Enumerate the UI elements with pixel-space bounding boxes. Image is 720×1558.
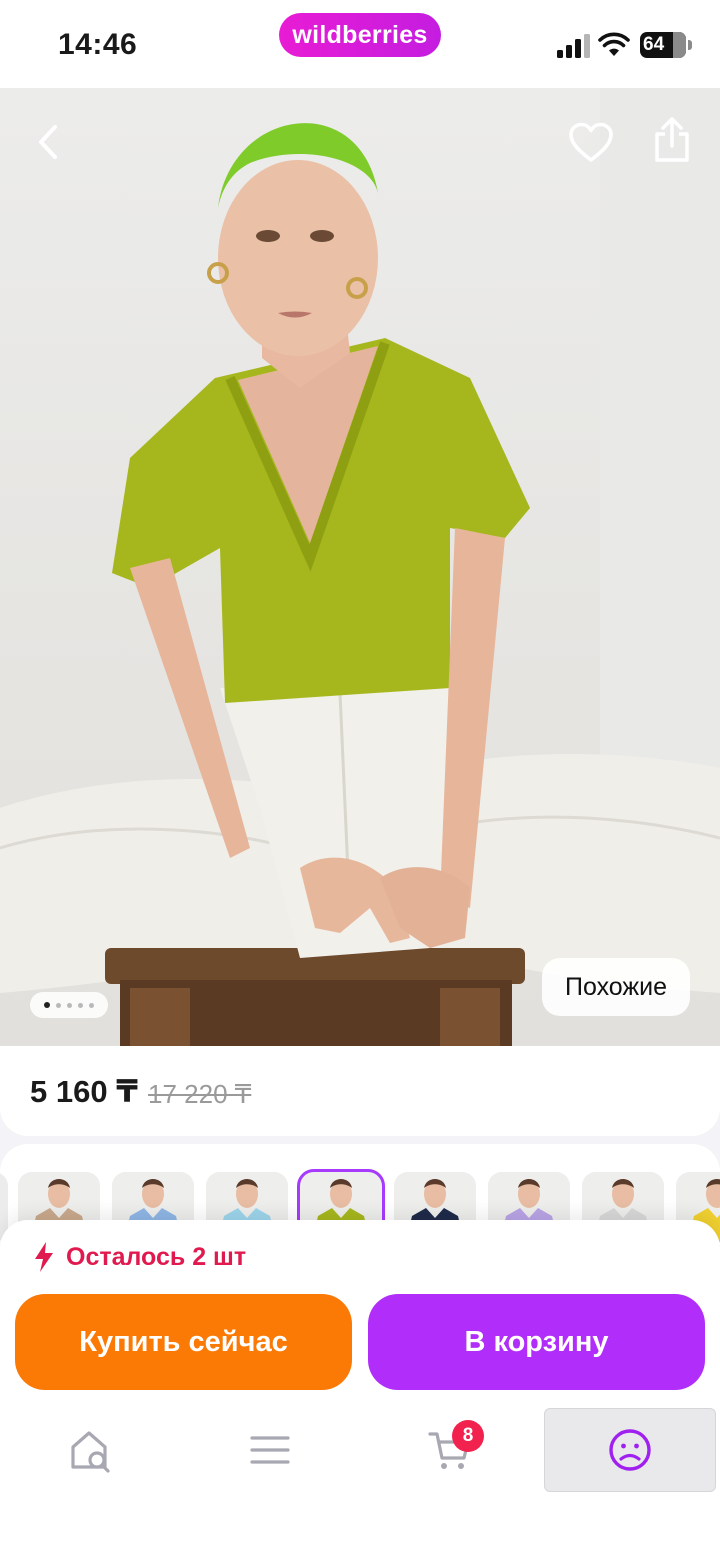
similar-button[interactable]: Похожие — [542, 958, 690, 1016]
old-price: 17 220 ₸ — [148, 1079, 252, 1109]
wifi-icon — [598, 32, 630, 56]
battery-level: 64 — [643, 34, 665, 55]
battery-indicator: 64 — [640, 32, 686, 58]
stock-notice: Осталось 2 шт — [34, 1242, 246, 1272]
pagination-dot — [56, 1002, 61, 1008]
tab-profile[interactable] — [544, 1408, 716, 1492]
add-to-cart-button[interactable]: В корзину — [368, 1294, 705, 1390]
share-button[interactable] — [645, 112, 699, 168]
pagination-dot — [78, 1002, 83, 1008]
chevron-left-icon — [39, 125, 57, 159]
share-icon — [655, 117, 689, 162]
price-card: 5 160 ₸ 17 220 ₸ — [0, 1046, 720, 1136]
pagination-dot — [89, 1002, 94, 1008]
photo-pagination[interactable] — [30, 992, 108, 1018]
tab-catalog[interactable] — [184, 1408, 356, 1492]
tab-home-search[interactable] — [4, 1408, 176, 1492]
product-photo-gallery[interactable]: Похожие — [0, 88, 720, 1046]
stock-text: Осталось 2 шт — [66, 1242, 247, 1271]
lightning-icon — [35, 1242, 53, 1272]
battery-tip — [688, 40, 692, 50]
cart-badge: 8 — [452, 1420, 484, 1452]
pagination-dot — [44, 1002, 50, 1008]
favorite-button[interactable] — [564, 116, 618, 170]
pagination-dot — [67, 1002, 72, 1008]
back-button[interactable] — [22, 116, 74, 168]
brand-logo[interactable]: wildberries — [279, 13, 441, 57]
tab-cart[interactable] — [364, 1408, 536, 1492]
heart-icon — [569, 122, 613, 162]
product-page: 14:46 wildberries 64 Похожие 5 160 ₸ 17 … — [0, 0, 720, 1558]
current-price: 5 160 ₸ — [30, 1074, 138, 1109]
bottom-tab-bar: 8 — [0, 1408, 720, 1558]
status-bar: 14:46 wildberries 64 — [0, 0, 720, 88]
menu-icon — [250, 1436, 290, 1464]
cellular-signal-icon — [557, 34, 590, 58]
home-search-icon — [71, 1431, 110, 1473]
buy-now-button[interactable]: Купить сейчас — [15, 1294, 352, 1390]
profile-icon — [609, 1429, 651, 1471]
status-time: 14:46 — [58, 28, 138, 61]
product-photo — [0, 88, 720, 1046]
